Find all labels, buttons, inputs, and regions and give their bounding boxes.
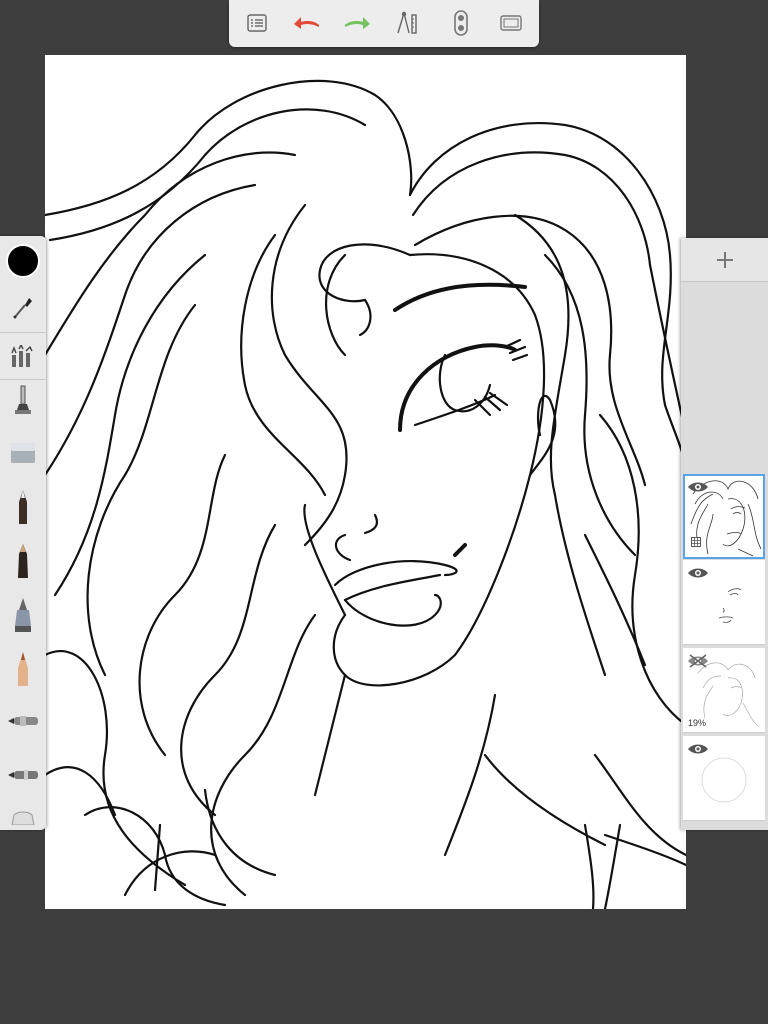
ruler-compass-icon[interactable] <box>391 8 423 38</box>
undo-arrow-icon[interactable] <box>291 8 323 38</box>
chisel-pen-tool[interactable] <box>0 592 46 638</box>
ballpoint-pen-tool[interactable] <box>0 646 46 692</box>
eye-icon[interactable] <box>687 566 709 584</box>
background-layer[interactable] <box>683 736 765 821</box>
redo-arrow-icon[interactable] <box>341 8 373 38</box>
eyedropper-tool[interactable] <box>0 288 46 326</box>
tool-palette <box>0 236 46 830</box>
airbrush-tool[interactable] <box>0 381 46 423</box>
eraser-tool[interactable] <box>0 431 46 473</box>
layers-panel: 19% <box>681 238 768 830</box>
brush-properties-tool[interactable] <box>0 336 46 376</box>
layer-2[interactable] <box>683 560 765 645</box>
drawing-canvas[interactable] <box>45 55 686 909</box>
layer-1[interactable] <box>683 474 765 559</box>
eye-icon[interactable] <box>687 480 709 498</box>
lock-icon[interactable] <box>691 534 701 552</box>
pencil-tool[interactable] <box>0 484 46 530</box>
layers-toggle-icon[interactable] <box>445 8 477 38</box>
layers-header <box>681 238 768 282</box>
plus-icon[interactable] <box>711 246 739 274</box>
airbrush-nozzle-tool[interactable] <box>0 752 46 798</box>
line-art-drawing <box>45 79 686 909</box>
marker-tool[interactable] <box>0 538 46 584</box>
eye-hidden-icon[interactable] <box>687 654 709 673</box>
smudge-tool[interactable] <box>0 806 46 830</box>
fullscreen-icon[interactable] <box>495 8 527 38</box>
eye-icon[interactable] <box>687 742 709 760</box>
color-puck[interactable] <box>0 242 46 280</box>
layer-opacity-label: 19% <box>688 718 707 728</box>
layer-3[interactable]: 19% <box>683 648 765 733</box>
paintbrush-tool[interactable] <box>0 698 46 744</box>
menu-list-icon[interactable] <box>241 8 273 38</box>
top-toolbar <box>229 0 539 47</box>
